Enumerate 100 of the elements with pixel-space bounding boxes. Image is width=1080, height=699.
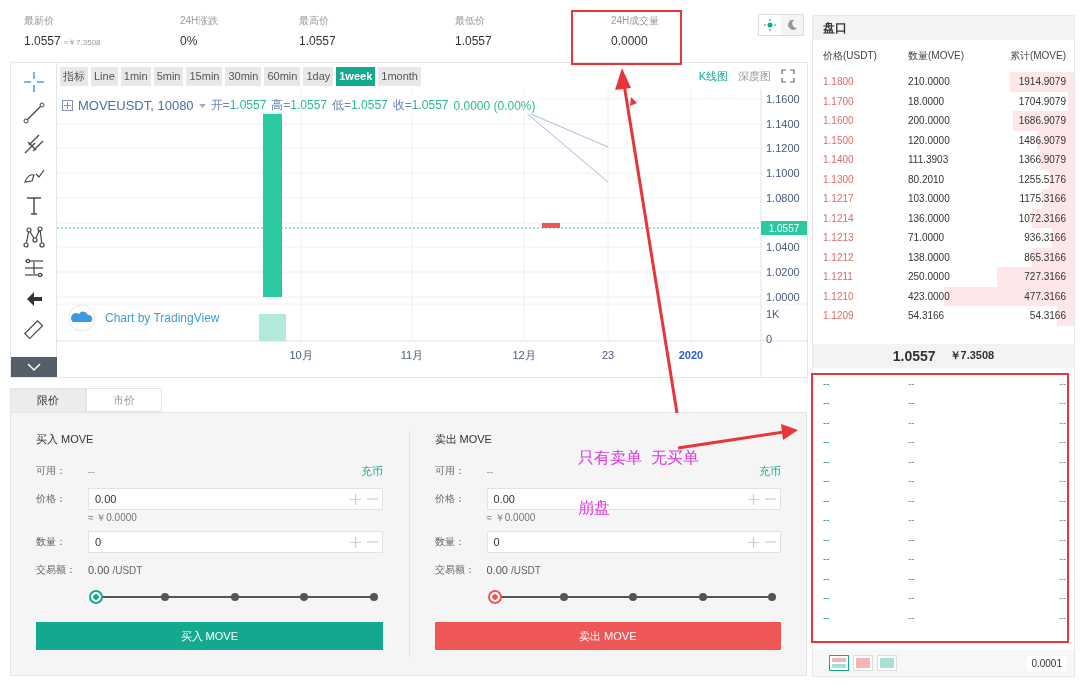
ask-total: 936.3166 [1024, 232, 1066, 244]
layout-button[interactable] [829, 655, 849, 671]
depth-select[interactable]: 0.0001 [1027, 655, 1066, 671]
interval-tab[interactable]: 1month [378, 66, 421, 86]
interval-tab[interactable]: 60min [264, 66, 301, 86]
ohlc-value: 高=1.0557 [271, 97, 328, 114]
bid-price: -- [823, 455, 831, 467]
available-value: -- [486, 465, 494, 477]
stat-subvalue: ≈￥7.3508 [63, 37, 101, 48]
moon-icon[interactable] [781, 15, 803, 35]
ruler-icon[interactable] [22, 319, 45, 341]
interval-tab[interactable]: 1min [120, 66, 151, 86]
ohlc-value: 低=1.0557 [332, 97, 388, 114]
field-label: 可用： [434, 464, 466, 478]
field-label: 价格： [36, 492, 67, 506]
candle [542, 223, 560, 228]
ask-amount: 250.0000 [908, 271, 951, 283]
bid-total: -- [1059, 514, 1066, 526]
price-label: 1.1000 [766, 167, 800, 179]
bid-amount: -- [908, 455, 916, 467]
price-label: 1.1600 [766, 93, 800, 105]
form-title: 卖出 MOVE [434, 432, 493, 447]
interval-tab[interactable]: 30min [225, 66, 262, 86]
time-label: 23 [601, 349, 615, 361]
slider-stop[interactable] [300, 593, 309, 601]
collapse-button[interactable] [10, 357, 57, 377]
column-header: 数量(MOVE) [908, 49, 966, 63]
ask-price: 1.1213 [823, 232, 855, 244]
ask-amount: 18.0000 [908, 95, 946, 107]
ask-amount: 210.0000 [908, 76, 951, 88]
bid-amount: -- [908, 553, 916, 565]
measure-icon[interactable] [22, 257, 45, 279]
total-value: 0.00 [486, 564, 508, 576]
bid-total: -- [1059, 533, 1066, 545]
slider-stop[interactable] [230, 593, 239, 601]
bid-amount: -- [908, 397, 916, 409]
bid-amount: -- [908, 475, 916, 487]
bid-price: -- [823, 475, 831, 487]
ask-price: 1.1214 [823, 212, 855, 224]
bid-total: -- [1059, 553, 1066, 565]
stat-label: 24H成交量 [611, 14, 661, 28]
interval-tab[interactable]: 5min [153, 66, 184, 86]
slider-thumb[interactable] [89, 590, 103, 604]
bid-amount: -- [908, 377, 916, 389]
pattern-icon[interactable] [22, 226, 45, 248]
change-value: 0.0000 (0.00%) [453, 98, 536, 113]
slider-stop[interactable] [629, 593, 638, 601]
expand-icon[interactable] [62, 100, 73, 111]
ask-amount: 71.0000 [908, 232, 946, 244]
caret-icon[interactable] [198, 103, 206, 108]
field-label: 交易额： [434, 563, 476, 577]
bid-price: -- [823, 494, 831, 506]
bid-amount: -- [908, 436, 916, 448]
pitchfork-icon[interactable] [22, 133, 45, 155]
ask-amount: 103.0000 [908, 193, 951, 205]
ohlc-value: 开=1.0557 [210, 97, 267, 114]
annotation-text: 只有卖单 无买单 [578, 448, 699, 468]
stat-value: 1.0557 [299, 34, 336, 48]
bid-total: -- [1059, 455, 1066, 467]
total-unit: /USDT [112, 564, 143, 576]
ask-total: 1686.9079 [1018, 115, 1066, 127]
slider-stop[interactable] [698, 593, 707, 601]
crosshair-icon[interactable] [22, 71, 45, 93]
column-header: 累计(MOVE) [1009, 49, 1066, 63]
field-label: 数量： [36, 535, 67, 549]
ask-amount: 54.3166 [908, 310, 946, 322]
slider-stop[interactable] [161, 593, 170, 601]
interval-tab[interactable]: 15min [186, 66, 223, 86]
submit-button[interactable]: 卖出 MOVE [434, 622, 781, 650]
price-label: 1.1400 [766, 118, 800, 130]
slider-stop[interactable] [369, 593, 378, 601]
order-type-tab[interactable]: 限价 [10, 388, 86, 412]
slider-thumb[interactable] [487, 590, 502, 604]
fullscreen-icon[interactable] [781, 69, 795, 83]
ask-total: 727.3166 [1024, 271, 1066, 283]
amount-field[interactable]: 0 [88, 531, 383, 553]
bid-total: -- [1059, 377, 1066, 389]
bid-price: -- [823, 611, 831, 623]
stat-label: 24H涨跌 [180, 14, 220, 28]
form-title: 买入 MOVE [36, 432, 95, 447]
ask-amount: 423.0000 [908, 290, 951, 302]
trend-line-icon[interactable] [22, 102, 45, 124]
interval-tab[interactable]: 指标 [60, 66, 88, 86]
price-field[interactable]: 0.00 [88, 488, 383, 510]
ask-price: 1.1800 [823, 76, 855, 88]
total-value: 0.00 [88, 564, 110, 576]
slider-stop[interactable] [768, 593, 776, 601]
interval-tab[interactable]: Line [91, 66, 118, 86]
amount-field[interactable]: 0 [486, 531, 781, 553]
ask-total: 1914.9079 [1018, 76, 1066, 88]
ohlc-value: 收=1.0557 [392, 97, 449, 114]
field-label: 交易额： [36, 563, 77, 577]
bid-price: -- [823, 436, 831, 448]
bid-price: -- [823, 514, 831, 526]
slider-stop[interactable] [559, 593, 568, 601]
ask-total: 1486.9079 [1018, 134, 1066, 146]
bid-amount: -- [908, 592, 916, 604]
stat-value: 1.0557 [455, 34, 492, 48]
time-label: 2020 [678, 349, 704, 361]
interval-tab[interactable]: 1day [303, 66, 334, 86]
